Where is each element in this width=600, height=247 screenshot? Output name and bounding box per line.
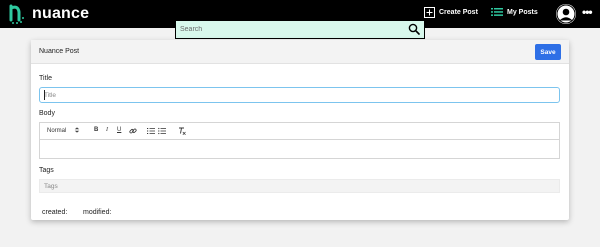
created-label: created: <box>42 209 68 216</box>
plus-square-icon <box>424 7 435 18</box>
my-posts-link[interactable]: My Posts <box>491 7 538 17</box>
post-editor-card: Nuance Post Save Title Body Normal B I U <box>31 40 569 220</box>
brand[interactable]: nuance <box>8 3 89 25</box>
create-post-link[interactable]: Create Post <box>424 7 478 18</box>
tags-label: Tags <box>39 167 54 174</box>
text-caret <box>44 90 45 100</box>
ordered-list-button[interactable] <box>147 127 155 137</box>
underline-button[interactable]: U <box>117 127 121 133</box>
bullet-list-icon <box>158 127 166 135</box>
clear-format-icon <box>179 127 186 135</box>
modified-label: modified: <box>83 209 112 216</box>
search-icon[interactable] <box>408 23 420 35</box>
bold-button[interactable]: B <box>94 127 98 133</box>
avatar[interactable] <box>556 4 576 24</box>
editor-toolbar: Normal B I U <box>40 123 559 140</box>
brand-name: nuance <box>32 5 90 22</box>
user-icon <box>556 4 576 24</box>
title-input[interactable] <box>39 87 560 103</box>
select-arrows-icon <box>74 127 80 133</box>
format-select[interactable]: Normal <box>47 127 80 134</box>
my-posts-label: My Posts <box>507 8 538 16</box>
list-icon <box>491 8 503 16</box>
title-label: Title <box>39 75 52 82</box>
clear-format-button[interactable] <box>178 127 186 137</box>
body-text-area[interactable] <box>40 140 559 158</box>
link-button[interactable] <box>129 127 137 137</box>
format-select-value: Normal <box>47 128 67 134</box>
save-button[interactable]: Save <box>535 44 561 60</box>
search-bar <box>175 21 425 39</box>
body-label: Body <box>39 110 55 117</box>
body-editor: Normal B I U <box>39 122 560 159</box>
search-input[interactable] <box>180 23 400 36</box>
italic-button[interactable]: I <box>106 127 108 133</box>
link-icon <box>129 128 137 134</box>
create-post-label: Create Post <box>439 9 478 16</box>
ordered-list-icon <box>147 128 155 134</box>
bullet-list-button[interactable] <box>158 127 166 137</box>
nuance-logo-icon <box>9 4 24 24</box>
card-title: Nuance Post <box>39 48 80 55</box>
tags-input[interactable] <box>39 179 560 193</box>
card-header: Nuance Post Save <box>31 40 569 64</box>
more-options-icon[interactable]: ••• <box>582 5 593 19</box>
